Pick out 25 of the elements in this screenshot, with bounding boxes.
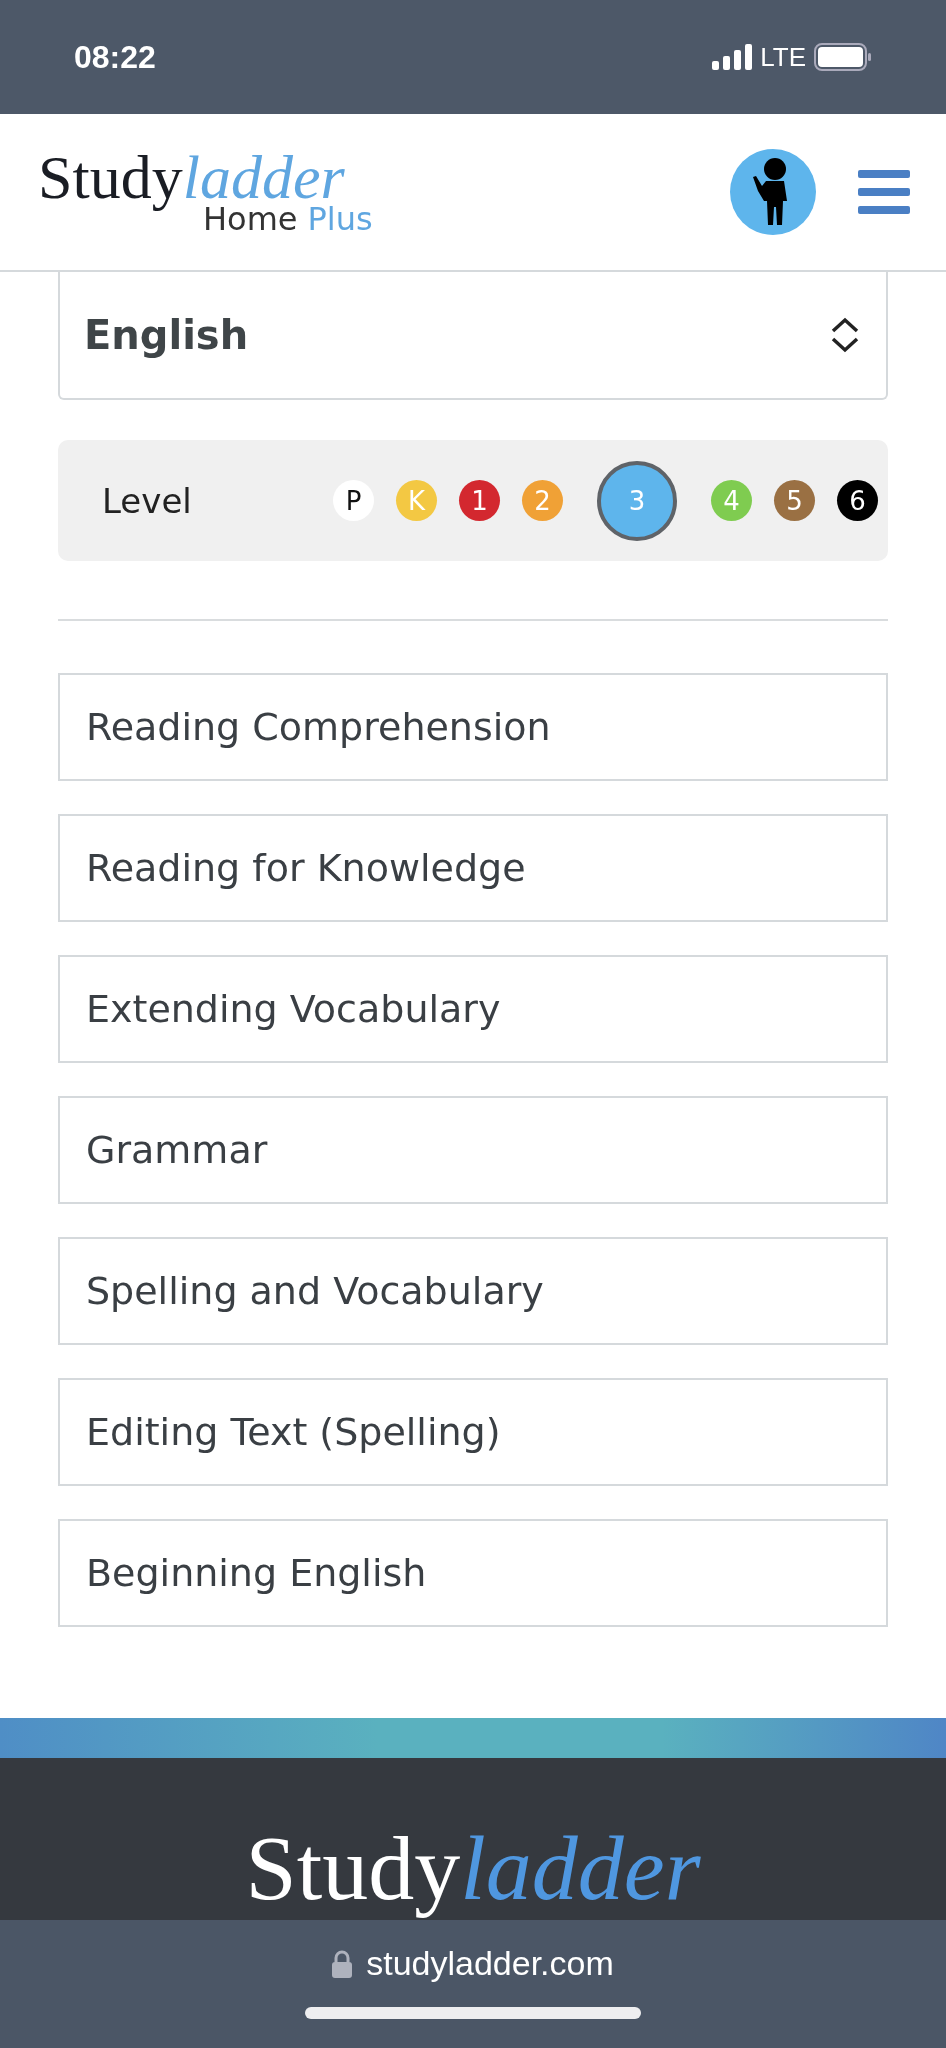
chevron-up-down-icon bbox=[830, 317, 860, 353]
logo-text: Study bbox=[38, 146, 183, 209]
level-option[interactable]: 6 bbox=[837, 480, 878, 521]
menu-icon[interactable] bbox=[858, 170, 910, 214]
topic-item[interactable]: Extending Vocabulary bbox=[58, 955, 888, 1063]
signal-icon bbox=[712, 44, 753, 70]
footer-logo-text: ladder bbox=[460, 1822, 701, 1914]
level-option[interactable]: 5 bbox=[774, 480, 815, 521]
topic-item[interactable]: Reading for Knowledge bbox=[58, 814, 888, 922]
topic-item[interactable]: Grammar bbox=[58, 1096, 888, 1204]
logo-subtitle: Home bbox=[203, 202, 298, 238]
level-label: Level bbox=[102, 480, 193, 521]
topic-item[interactable]: Editing Text (Spelling) bbox=[58, 1378, 888, 1486]
topic-item[interactable]: Spelling and Vocabulary bbox=[58, 1237, 888, 1345]
level-option[interactable]: P bbox=[333, 480, 374, 521]
topic-item[interactable]: Reading Comprehension bbox=[58, 673, 888, 781]
avatar-icon[interactable] bbox=[730, 149, 816, 235]
subject-select[interactable]: English bbox=[58, 272, 888, 400]
url-text[interactable]: studyladder.com bbox=[366, 1944, 614, 1983]
lock-icon bbox=[332, 1949, 353, 1978]
status-time: 08:22 bbox=[74, 38, 156, 76]
battery-icon bbox=[814, 43, 872, 71]
topic-item[interactable]: Beginning English bbox=[58, 1519, 888, 1627]
network-label: LTE bbox=[760, 41, 806, 73]
level-option[interactable]: 1 bbox=[459, 480, 500, 521]
